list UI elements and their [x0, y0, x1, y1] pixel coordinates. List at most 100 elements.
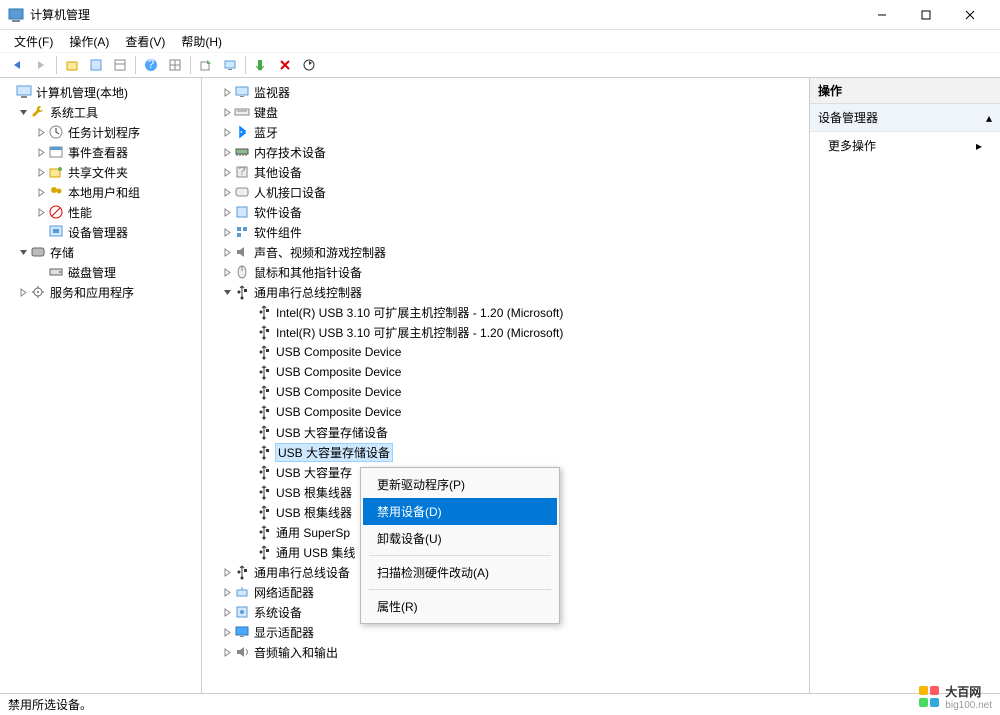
chevron-icon[interactable]: [220, 185, 234, 199]
device-item[interactable]: USB 大容量存储设备: [202, 442, 809, 462]
device-item[interactable]: 音频输入和输出: [202, 642, 809, 662]
device-item[interactable]: 声音、视频和游戏控制器: [202, 242, 809, 262]
device-item[interactable]: 键盘: [202, 102, 809, 122]
chevron-icon[interactable]: [34, 165, 48, 179]
chevron-icon[interactable]: [220, 625, 234, 639]
usb-icon: [234, 284, 250, 300]
left-tree-item[interactable]: 磁盘管理: [0, 262, 201, 282]
chevron-icon[interactable]: [16, 105, 30, 119]
chevron-icon[interactable]: [34, 205, 48, 219]
back-button[interactable]: [6, 54, 28, 76]
device-item[interactable]: 内存技术设备: [202, 142, 809, 162]
left-tree-item[interactable]: 性能: [0, 202, 201, 222]
chevron-icon: [242, 425, 256, 439]
device-item[interactable]: ?其他设备: [202, 162, 809, 182]
chevron-icon[interactable]: [220, 85, 234, 99]
menu-action[interactable]: 操作(A): [63, 31, 115, 52]
list-icon[interactable]: [109, 54, 131, 76]
tree-label: 服务和应用程序: [50, 284, 134, 301]
disable-icon[interactable]: [274, 54, 296, 76]
chevron-icon[interactable]: [220, 605, 234, 619]
left-tree-item[interactable]: 存储: [0, 242, 201, 262]
monitor-icon[interactable]: [219, 54, 241, 76]
chevron-icon[interactable]: [220, 285, 234, 299]
chevron-icon: [34, 265, 48, 279]
perf-icon: [48, 204, 64, 220]
context-menu-item[interactable]: 禁用设备(D): [363, 498, 557, 525]
chevron-icon[interactable]: [220, 645, 234, 659]
left-tree-item[interactable]: 事件查看器: [0, 142, 201, 162]
device-item[interactable]: Intel(R) USB 3.10 可扩展主机控制器 - 1.20 (Micro…: [202, 322, 809, 342]
chevron-icon[interactable]: [220, 205, 234, 219]
soft-icon: [234, 204, 250, 220]
left-tree-pane[interactable]: 计算机管理(本地)系统工具任务计划程序事件查看器共享文件夹本地用户和组性能设备管…: [0, 78, 202, 693]
device-item[interactable]: 通用串行总线控制器: [202, 282, 809, 302]
chevron-icon[interactable]: [220, 145, 234, 159]
chevron-icon[interactable]: [220, 105, 234, 119]
device-item[interactable]: USB Composite Device: [202, 402, 809, 422]
context-menu[interactable]: 更新驱动程序(P)禁用设备(D)卸载设备(U) 扫描检测硬件改动(A) 属性(R): [360, 467, 560, 624]
context-menu-item[interactable]: 扫描检测硬件改动(A): [363, 559, 557, 586]
svg-text:?: ?: [148, 58, 155, 71]
left-tree-item[interactable]: 服务和应用程序: [0, 282, 201, 302]
menu-help[interactable]: 帮助(H): [175, 31, 228, 52]
chevron-icon: [242, 385, 256, 399]
menu-view[interactable]: 查看(V): [119, 31, 171, 52]
props-icon[interactable]: [85, 54, 107, 76]
device-item[interactable]: 蓝牙: [202, 122, 809, 142]
left-tree-item[interactable]: 任务计划程序: [0, 122, 201, 142]
up-icon[interactable]: [61, 54, 83, 76]
left-tree-item[interactable]: 设备管理器: [0, 222, 201, 242]
device-item[interactable]: 软件设备: [202, 202, 809, 222]
chevron-icon[interactable]: [220, 585, 234, 599]
enable-icon[interactable]: [250, 54, 272, 76]
context-menu-item[interactable]: 更新驱动程序(P): [363, 471, 557, 498]
chevron-icon[interactable]: [16, 245, 30, 259]
tree-label: 通用串行总线设备: [254, 564, 350, 581]
menubar: 文件(F) 操作(A) 查看(V) 帮助(H): [0, 30, 1000, 52]
tree-label: 计算机管理(本地): [36, 84, 128, 101]
close-button[interactable]: [948, 1, 992, 29]
refresh-icon[interactable]: [298, 54, 320, 76]
left-tree-item[interactable]: 计算机管理(本地): [0, 82, 201, 102]
grid-icon[interactable]: [164, 54, 186, 76]
forward-button[interactable]: [30, 54, 52, 76]
left-tree-item[interactable]: 本地用户和组: [0, 182, 201, 202]
minimize-button[interactable]: [860, 1, 904, 29]
chevron-icon[interactable]: [220, 165, 234, 179]
chevron-icon[interactable]: [220, 225, 234, 239]
device-item[interactable]: 鼠标和其他指针设备: [202, 262, 809, 282]
chevron-icon[interactable]: [220, 245, 234, 259]
context-menu-item[interactable]: 属性(R): [363, 593, 557, 620]
chevron-icon[interactable]: [34, 125, 48, 139]
help-icon[interactable]: ?: [140, 54, 162, 76]
device-item[interactable]: USB Composite Device: [202, 342, 809, 362]
export-icon[interactable]: [195, 54, 217, 76]
tree-label: 音频输入和输出: [254, 644, 338, 661]
chevron-icon[interactable]: [220, 265, 234, 279]
actions-more[interactable]: 更多操作 ▸: [810, 132, 1000, 159]
device-item[interactable]: 监视器: [202, 82, 809, 102]
window-title: 计算机管理: [30, 6, 860, 23]
device-item[interactable]: USB Composite Device: [202, 382, 809, 402]
device-item[interactable]: 人机接口设备: [202, 182, 809, 202]
device-item[interactable]: 显示适配器: [202, 622, 809, 642]
left-tree-item[interactable]: 系统工具: [0, 102, 201, 122]
menu-file[interactable]: 文件(F): [8, 31, 59, 52]
actions-header: 操作: [810, 78, 1000, 104]
chevron-icon[interactable]: [34, 145, 48, 159]
device-item[interactable]: USB Composite Device: [202, 362, 809, 382]
device-item[interactable]: 软件组件: [202, 222, 809, 242]
usb-icon: [256, 304, 272, 320]
chevron-icon[interactable]: [34, 185, 48, 199]
chevron-icon[interactable]: [220, 565, 234, 579]
device-item[interactable]: Intel(R) USB 3.10 可扩展主机控制器 - 1.20 (Micro…: [202, 302, 809, 322]
actions-section[interactable]: 设备管理器 ▴: [810, 104, 1000, 132]
maximize-button[interactable]: [904, 1, 948, 29]
context-menu-item[interactable]: 卸载设备(U): [363, 525, 557, 552]
tree-label: 键盘: [254, 104, 278, 121]
chevron-icon[interactable]: [16, 285, 30, 299]
left-tree-item[interactable]: 共享文件夹: [0, 162, 201, 182]
device-item[interactable]: USB 大容量存储设备: [202, 422, 809, 442]
chevron-icon[interactable]: [220, 125, 234, 139]
